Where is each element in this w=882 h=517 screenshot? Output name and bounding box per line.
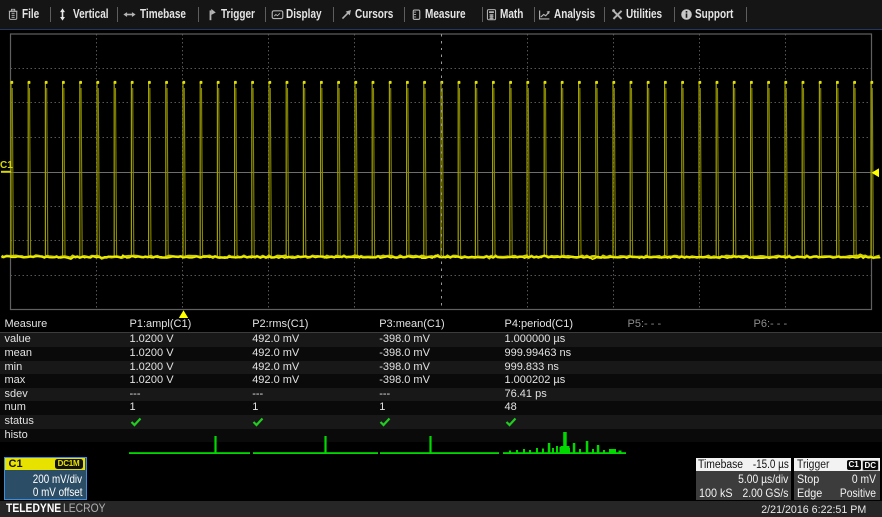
svg-text:C1: C1 [0,160,13,171]
